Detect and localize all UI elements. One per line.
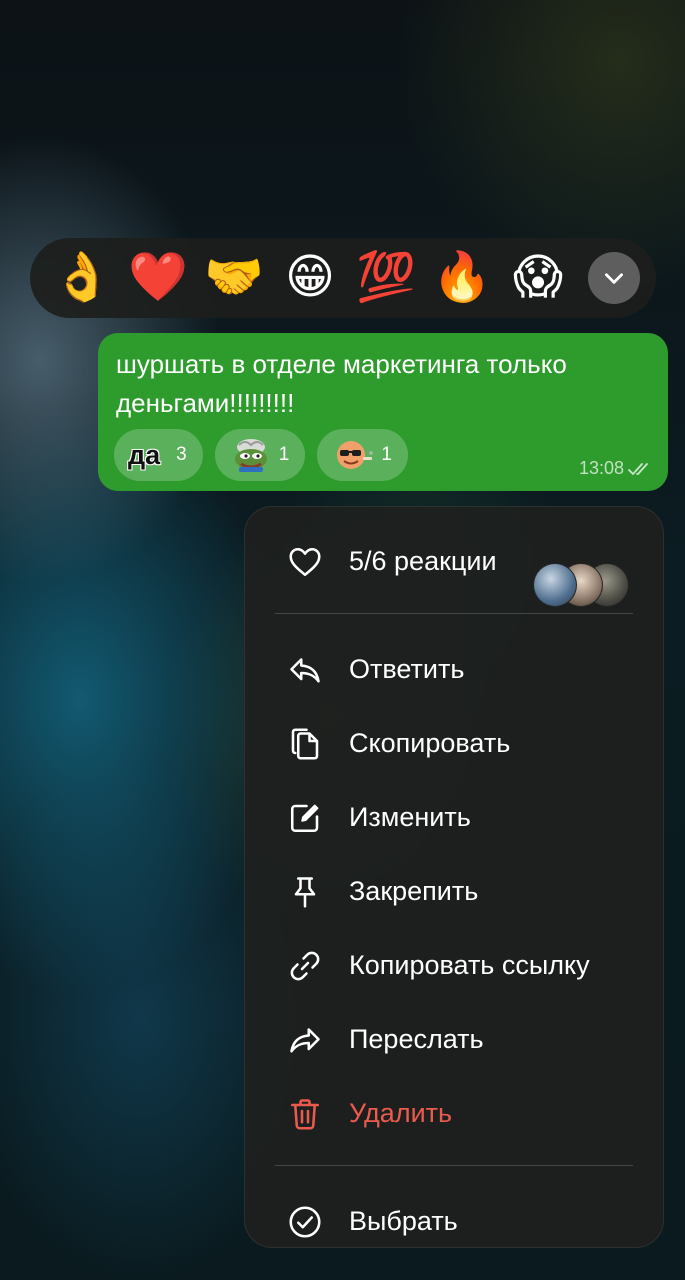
menu-item-copy-link[interactable]: Копировать ссылку	[245, 935, 663, 995]
reaction-handshake[interactable]: 🤝	[196, 240, 272, 316]
reactions-summary-row[interactable]: 5/6 реакции	[245, 531, 663, 607]
menu-divider	[275, 613, 633, 614]
heart-outline-icon	[289, 547, 321, 577]
message-time: 13:08	[578, 458, 624, 478]
menu-item-label: Копировать ссылку	[349, 949, 590, 980]
message-context-menu: 5/6 реакции Ответить Скопировать Изменит…	[244, 506, 664, 1248]
menu-item-label: Переслать	[349, 1023, 484, 1054]
menu-item-label: Закрепить	[349, 875, 479, 906]
reaction-chips: да 3 1 1	[114, 429, 408, 481]
menu-item-edit[interactable]: Изменить	[245, 787, 663, 847]
reaction-hundred[interactable]: 💯	[348, 240, 424, 316]
chip-count: 1	[381, 444, 392, 465]
chip-count: 3	[176, 444, 187, 465]
reaction-picker: 👌 ❤️ 🤝 😁 💯 🔥 😱	[30, 238, 656, 318]
link-icon	[290, 951, 320, 981]
reply-icon	[290, 658, 320, 683]
trash-icon	[290, 1099, 320, 1130]
menu-item-forward[interactable]: Переслать	[245, 1009, 663, 1069]
menu-item-label: Удалить	[349, 1097, 453, 1128]
menu-item-delete[interactable]: Удалить	[245, 1083, 663, 1143]
edit-icon	[290, 804, 319, 833]
reactions-summary-label: 5/6 реакции	[349, 545, 497, 576]
menu-item-copy[interactable]: Скопировать	[245, 713, 663, 773]
menu-item-label: Изменить	[349, 801, 471, 832]
menu-item-label: Скопировать	[349, 727, 511, 758]
cool-smiley-sticker-icon	[331, 437, 375, 473]
reaction-chip-cool-smiley[interactable]: 1	[317, 429, 408, 481]
reaction-screaming[interactable]: 😱	[500, 240, 576, 316]
reaction-chip-da[interactable]: да 3	[114, 429, 203, 481]
reaction-chip-pepe[interactable]: 1	[214, 429, 306, 481]
reaction-grinning[interactable]: 😁	[272, 240, 348, 316]
menu-divider	[275, 1165, 633, 1166]
menu-item-select[interactable]: Выбрать	[245, 1191, 663, 1251]
pepe-sticker-icon	[229, 437, 273, 473]
reactors-avatars	[533, 563, 629, 607]
expand-reactions-button[interactable]	[588, 252, 640, 304]
reaction-ok-hand[interactable]: 👌	[44, 240, 120, 316]
double-check-icon	[628, 462, 648, 475]
reaction-fire[interactable]: 🔥	[424, 240, 500, 316]
chevron-down-icon	[605, 273, 623, 284]
pin-icon	[294, 877, 316, 908]
check-circle-icon	[289, 1206, 321, 1238]
menu-item-pin[interactable]: Закрепить	[245, 861, 663, 921]
menu-item-label: Ответить	[349, 653, 465, 684]
chip-count: 1	[278, 444, 290, 465]
forward-icon	[290, 1028, 320, 1053]
chip-label: да	[128, 439, 161, 470]
menu-item-reply[interactable]: Ответить	[245, 639, 663, 699]
message-bubble[interactable]: шуршать в отделе маркетинга только деньг…	[98, 333, 668, 491]
reaction-red-heart[interactable]: ❤️	[120, 240, 196, 316]
message-text: шуршать в отделе маркетинга только деньг…	[116, 349, 567, 418]
copy-icon	[291, 728, 319, 760]
avatar	[533, 563, 577, 607]
menu-item-label: Выбрать	[349, 1205, 458, 1236]
message-meta: 13:08	[579, 458, 654, 479]
